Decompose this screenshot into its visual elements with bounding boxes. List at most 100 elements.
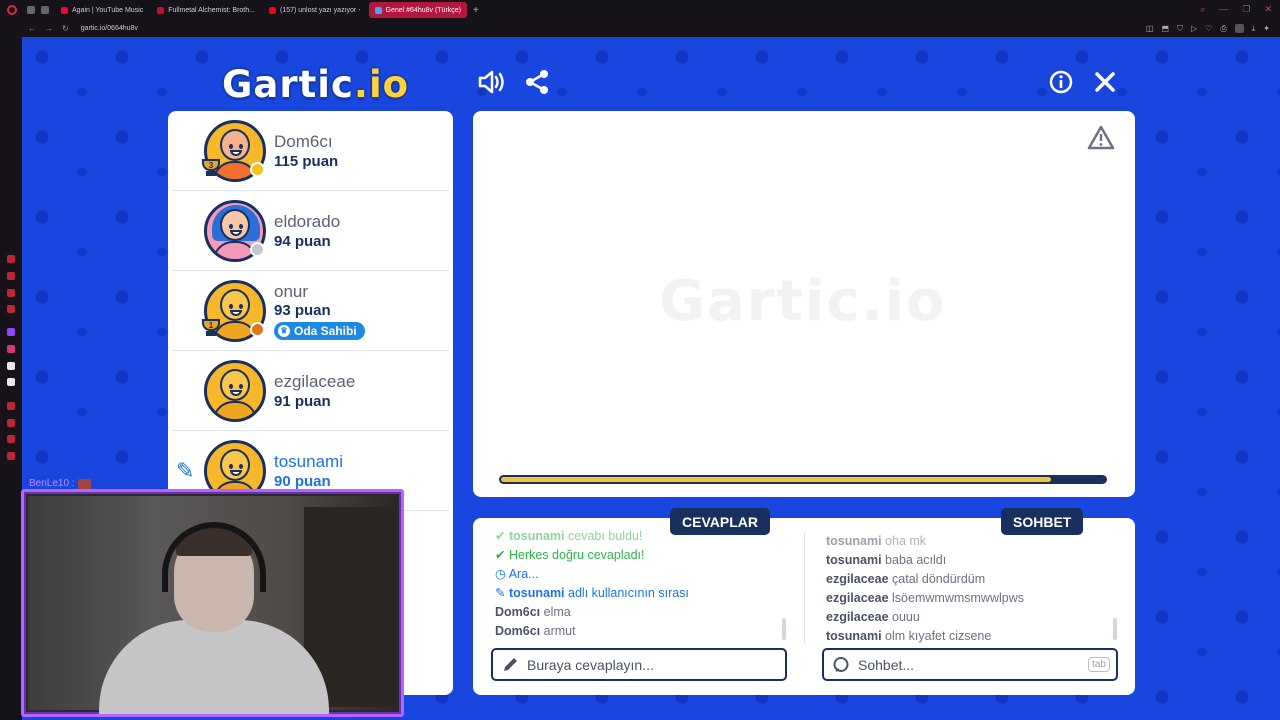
- back-icon[interactable]: ←: [28, 24, 36, 33]
- answer-line: Dom6cı elma: [495, 605, 571, 619]
- timer-fill: [501, 477, 1051, 482]
- answers-log: ✔ tosunami cevabı buldu! ✔ Herkes doğru …: [495, 527, 689, 641]
- player-card[interactable]: ezgilaceae 91 puan: [172, 351, 449, 431]
- check-icon: ✔: [495, 548, 506, 562]
- stream-chat-message: BenLe10 :: [29, 478, 91, 489]
- close-window-button[interactable]: ✕: [1264, 4, 1272, 15]
- answers-scrollbar[interactable]: [782, 618, 786, 640]
- chat-log: tosunami oha mk tosunami baba acıldı ezg…: [826, 532, 1024, 646]
- pencil-icon: [501, 656, 519, 674]
- status-indicator: [250, 322, 265, 337]
- gartic-icon: [374, 6, 382, 14]
- answer-placeholder: Buraya cevaplayın...: [527, 656, 654, 673]
- answer-input[interactable]: Buraya cevaplayın...: [491, 648, 787, 681]
- workspace-icon[interactable]: [27, 6, 35, 14]
- shield-icon[interactable]: ⛉: [1177, 24, 1183, 34]
- sidebar-app-icon[interactable]: [7, 435, 15, 443]
- player-name: ezgilaceae: [274, 372, 356, 391]
- chat-line: tosunami baba acıldı: [826, 553, 947, 567]
- minimize-button[interactable]: —: [1219, 4, 1228, 15]
- search-tabs-icon[interactable]: ⌕: [1200, 4, 1205, 15]
- round-timer-bar: [499, 475, 1107, 484]
- answer-line: ✔ Herkes doğru cevapladı!: [495, 548, 645, 562]
- info-icon: [1049, 70, 1073, 94]
- settings-icon[interactable]: [7, 452, 15, 460]
- answer-line: Dom6cı armut: [495, 624, 576, 638]
- opera-logo-icon[interactable]: [7, 5, 17, 15]
- player-name: onur: [274, 282, 309, 301]
- emote-icon: [77, 478, 91, 489]
- webcam-overlay: [21, 489, 404, 717]
- browser-tab[interactable]: Fullmetal Alchemist: Broth...: [151, 2, 261, 18]
- chat-header: SOHBET: [1001, 508, 1084, 535]
- player-card[interactable]: 1 onur 93 puan ♛ Oda Sahibi: [172, 271, 449, 351]
- report-button[interactable]: [1087, 125, 1115, 155]
- download-icon[interactable]: ⤓: [1252, 24, 1256, 34]
- drawing-board[interactable]: Gartic.io: [473, 111, 1135, 497]
- browser-tab[interactable]: (157) unlost yazı yazıyor -: [263, 2, 367, 18]
- player-score: 94 puan: [274, 233, 331, 250]
- player-score: 93 puan: [274, 302, 331, 319]
- chat-line: tosunami olm kıyafet cizsene: [826, 629, 992, 643]
- window-controls: ⌕ — ❐ ✕: [1200, 4, 1272, 15]
- player-card[interactable]: eldorado 94 puan: [172, 191, 449, 271]
- url-field[interactable]: gartic.io/0664hu8v: [81, 25, 138, 32]
- trophy-icon: 3: [202, 159, 220, 179]
- speaker-icon: [478, 70, 504, 94]
- sidebar-app-icon[interactable]: [7, 289, 15, 297]
- player-card[interactable]: 3 Dom6cı 115 puan: [172, 111, 449, 191]
- tab-key-hint: tab: [1088, 657, 1110, 672]
- camera-icon[interactable]: ◫: [1146, 24, 1154, 33]
- player-score: 90 puan: [274, 473, 331, 490]
- maximize-button[interactable]: ❐: [1242, 4, 1250, 15]
- info-button[interactable]: [1047, 68, 1075, 96]
- chat-scrollbar[interactable]: [1113, 618, 1117, 640]
- clock-icon: ◷: [495, 567, 506, 581]
- share-icon: [526, 70, 548, 94]
- sound-button[interactable]: [477, 67, 507, 97]
- chat-line: ezgilaceae ouuu: [826, 610, 920, 624]
- browser-tab-active[interactable]: Genel #64hu8v (Türkçe): [368, 2, 467, 18]
- answer-line: ◷ Ara...: [495, 567, 539, 581]
- x-icon[interactable]: [7, 378, 15, 386]
- panel-divider: [804, 532, 805, 644]
- snapshot-icon[interactable]: ⎙: [1220, 24, 1226, 34]
- close-icon: [1095, 72, 1115, 92]
- room-owner-badge: ♛ Oda Sahibi: [274, 322, 365, 340]
- play-icon[interactable]: ▷: [1191, 24, 1197, 33]
- browser-tab[interactable]: Again | YouTube Music: [55, 2, 149, 18]
- sidebar-app-icon[interactable]: [7, 255, 15, 263]
- player-name: Dom6cı: [274, 132, 333, 151]
- extension-icon[interactable]: ⬒: [1161, 24, 1169, 33]
- trophy-icon: 1: [202, 319, 220, 339]
- tab-menu-icon[interactable]: [41, 6, 49, 14]
- heart-icon[interactable]: ♡: [1205, 24, 1212, 33]
- player-score: 91 puan: [274, 393, 331, 410]
- new-tab-button[interactable]: +: [473, 5, 479, 16]
- instagram-icon[interactable]: [7, 345, 15, 353]
- sidebar-app-icon[interactable]: [7, 305, 15, 313]
- chat-panel: CEVAPLAR SOHBET ✔ tosunami cevabı buldu!…: [473, 508, 1135, 695]
- chat-line: ezgilaceae çatal döndürdüm: [826, 572, 986, 586]
- exit-button[interactable]: [1091, 68, 1119, 96]
- status-indicator: [250, 242, 265, 257]
- status-indicator: [250, 162, 265, 177]
- sidebar-app-icon[interactable]: [7, 402, 15, 410]
- forward-icon[interactable]: →: [45, 24, 53, 33]
- browser-sidebar: [0, 37, 22, 720]
- reload-icon[interactable]: ↻: [62, 24, 69, 33]
- profile-icon[interactable]: [1234, 24, 1244, 33]
- share-button[interactable]: [522, 67, 552, 97]
- search-icon: [832, 656, 850, 674]
- chat-input[interactable]: Sohbet... tab: [822, 648, 1118, 681]
- warning-icon: [1087, 125, 1115, 150]
- twitch-icon[interactable]: [7, 328, 15, 336]
- sidebar-app-icon[interactable]: [7, 272, 15, 280]
- avatar: [204, 360, 266, 422]
- answer-line: ✔ tosunami cevabı buldu!: [495, 529, 643, 543]
- gartic-logo: Gartic.io: [222, 63, 410, 106]
- sidebar-app-icon[interactable]: [7, 419, 15, 427]
- ai-icon[interactable]: ✦: [1263, 24, 1270, 33]
- answer-line: ✎ tosunami adlı kullanıcının sırası: [495, 586, 689, 600]
- tiktok-icon[interactable]: [7, 362, 15, 370]
